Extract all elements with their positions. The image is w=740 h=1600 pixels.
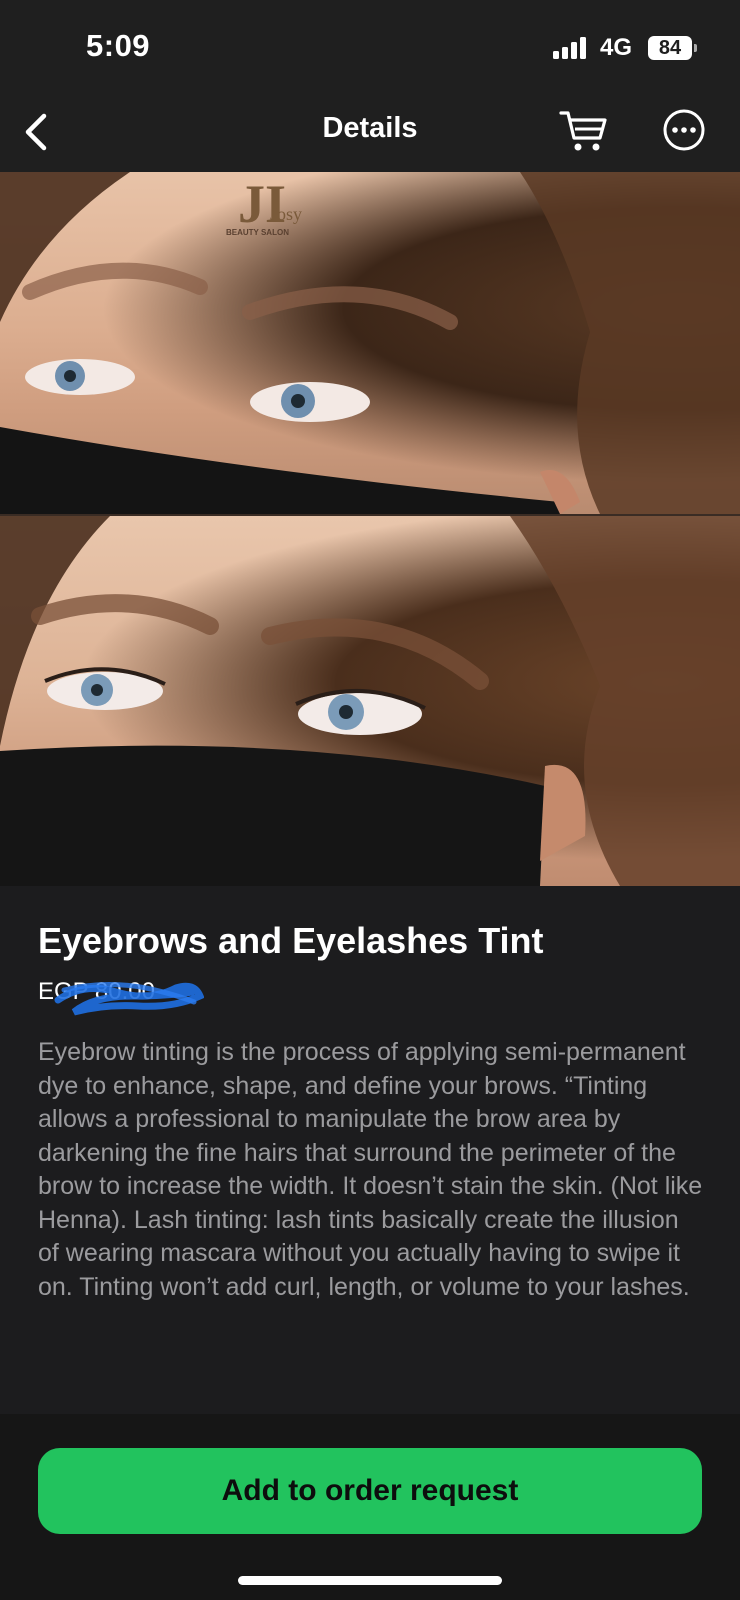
status-time: 5:09	[86, 28, 151, 63]
more-options-button[interactable]	[660, 106, 708, 154]
product-image-after	[0, 516, 740, 886]
signal-icon	[552, 37, 586, 59]
navigation-bar: Details	[0, 92, 740, 172]
product-details: Eyebrows and Eyelashes Tint EGP 80.00 Ey…	[0, 886, 740, 1414]
bottom-action-bar: Add to order request	[0, 1414, 740, 1600]
product-image-before: JI Josy BEAUTY SALON	[0, 172, 740, 514]
cart-button[interactable]	[558, 106, 610, 156]
more-icon	[663, 109, 705, 151]
eyes-photo-top: JI Josy BEAUTY SALON	[0, 172, 740, 514]
product-description: Eyebrow tinting is the process of applyi…	[38, 1038, 703, 1301]
logo-name: Josy	[270, 204, 302, 224]
add-to-order-button[interactable]: Add to order request	[38, 1448, 702, 1534]
network-type: 4G	[599, 34, 632, 61]
status-bar: 5:09 4G 84	[0, 0, 740, 92]
status-indicators: 4G 84	[552, 34, 697, 62]
eyes-photo-bottom	[0, 516, 740, 886]
battery-tip	[694, 44, 697, 52]
battery-icon: 84	[648, 36, 697, 60]
price-redaction-scribble	[54, 981, 204, 1016]
product-title: Eyebrows and Eyelashes Tint	[38, 920, 544, 961]
battery-level: 84	[658, 36, 682, 59]
logo-subtext: BEAUTY SALON	[226, 228, 289, 237]
page-title: Details	[322, 112, 418, 144]
cart-icon	[559, 111, 607, 151]
home-indicator	[238, 1576, 502, 1585]
